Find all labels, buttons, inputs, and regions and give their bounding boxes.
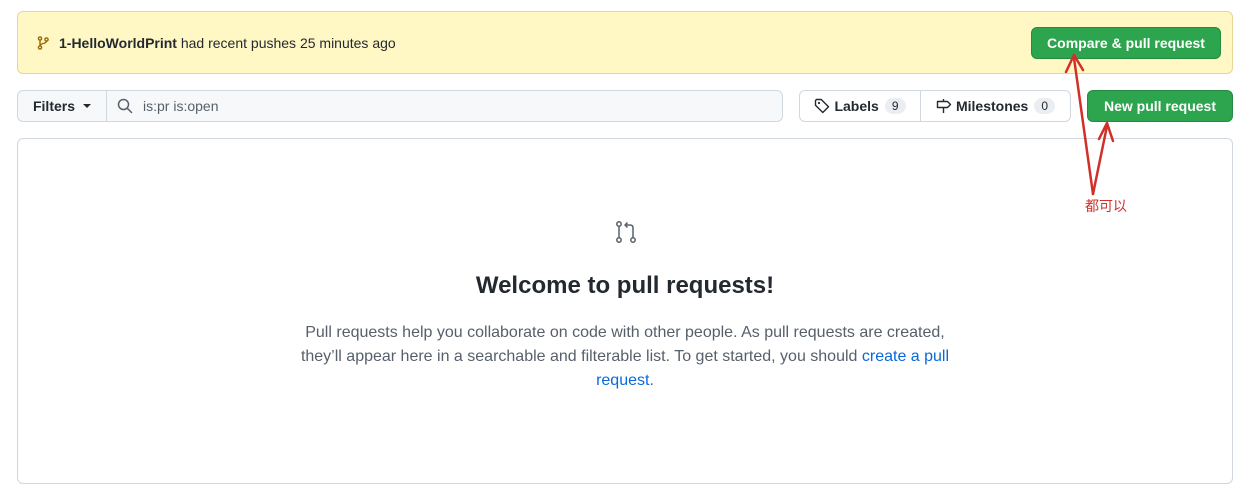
recent-pushes-text: had recent pushes 25 minutes ago xyxy=(176,34,396,51)
tag-icon xyxy=(814,98,830,114)
labels-label: Labels xyxy=(834,98,879,114)
blankslate-text: Pull requests help you collaborate on co… xyxy=(300,324,945,365)
search-icon xyxy=(117,98,133,114)
milestones-label: Milestones xyxy=(955,98,1029,114)
new-pull-request-button[interactable]: New pull request xyxy=(1087,90,1233,122)
blankslate-description: Pull requests help you collaborate on co… xyxy=(288,321,962,393)
blankslate-text-end: . xyxy=(649,372,654,389)
search-box[interactable] xyxy=(106,90,783,122)
milestones-button[interactable]: Milestones 0 xyxy=(920,90,1071,122)
labels-count: 9 xyxy=(884,98,906,114)
milestone-icon xyxy=(936,98,952,114)
blankslate: Welcome to pull requests! Pull requests … xyxy=(17,138,1233,484)
blankslate-title: Welcome to pull requests! xyxy=(475,272,775,299)
recent-pushes-banner: 1-HelloWorldPrint had recent pushes 25 m… xyxy=(17,11,1233,74)
caret-down-icon xyxy=(83,104,91,108)
pull-requests-page: 1-HelloWorldPrint had recent pushes 25 m… xyxy=(0,0,1253,500)
filters-dropdown[interactable]: Filters xyxy=(17,90,107,122)
labels-button[interactable]: Labels 9 xyxy=(799,90,921,122)
milestones-count: 0 xyxy=(1034,98,1056,114)
branch-name[interactable]: 1-HelloWorldPrint xyxy=(59,35,177,51)
annotation-text: 都可以 xyxy=(1085,199,1127,215)
compare-pull-request-button[interactable]: Compare & pull request xyxy=(1031,27,1221,59)
git-branch-icon xyxy=(35,35,51,51)
git-pull-request-icon xyxy=(614,220,638,244)
search-input[interactable] xyxy=(141,97,741,115)
filters-label: Filters xyxy=(32,98,75,114)
recent-pushes-message: 1-HelloWorldPrint had recent pushes 25 m… xyxy=(59,35,396,51)
